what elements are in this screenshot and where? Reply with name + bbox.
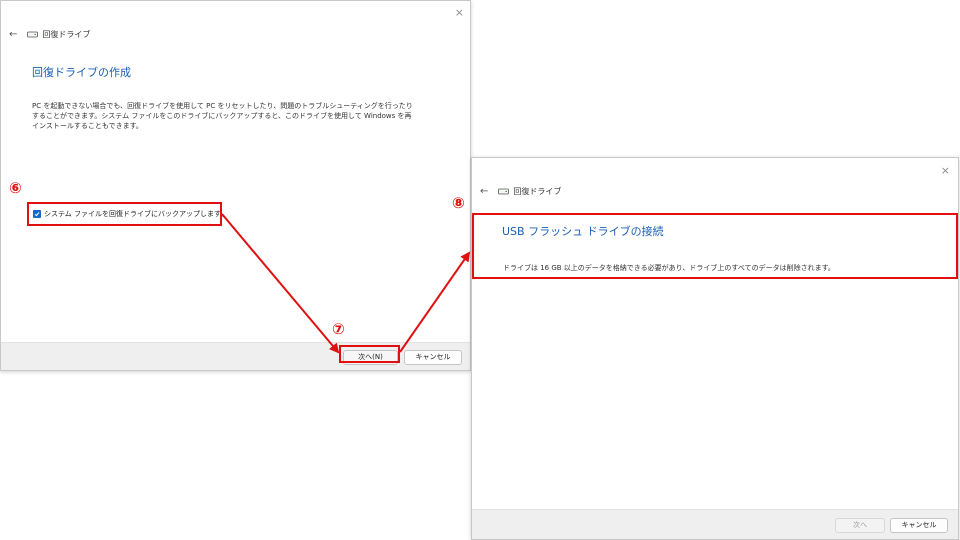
description-text: PC を起動できない場合でも、回復ドライブを使用して PC をリセットしたり、問… [32,102,413,130]
dialog-titlebar: ← 回復ドライブ [9,29,90,40]
drive-icon [498,188,510,195]
backup-system-files-checkbox[interactable] [33,210,41,218]
drive-icon [27,31,39,38]
cancel-button[interactable]: キャンセル [404,350,462,365]
checkmark-icon [34,212,40,217]
create-recovery-drive-dialog: × ← 回復ドライブ 回復ドライブの作成 PC を起動できない場合でも、回復ドラ… [0,0,471,371]
next-button-disabled: 次へ [835,518,885,533]
description-text: ドライブは 16 GB 以上のデータを格納できる必要があり、ドライブ上のすべての… [503,264,835,272]
step-marker-8: ⑧ [452,194,465,212]
dialog-footer: 次へ キャンセル [472,509,958,539]
app-title: 回復ドライブ [513,187,562,196]
dialog-titlebar: ← 回復ドライブ [480,186,561,197]
page-heading: 回復ドライブの作成 [32,66,131,79]
back-arrow-icon[interactable]: ← [9,29,17,40]
page-heading: USB フラッシュ ドライブの接続 [502,225,664,238]
back-arrow-icon[interactable]: ← [480,186,488,197]
step-marker-7: ⑦ [332,320,345,338]
connect-usb-drive-dialog: × ← 回復ドライブ USB フラッシュ ドライブの接続 ドライブは 16 GB… [471,157,959,540]
dialog-footer: 次へ(N) キャンセル [1,342,470,370]
app-title: 回復ドライブ [42,30,91,39]
step-marker-6: ⑥ [9,179,22,197]
close-icon[interactable]: × [941,165,950,176]
cancel-button[interactable]: キャンセル [890,518,948,533]
checkbox-label[interactable]: システム ファイルを回復ドライブにバックアップします。 [44,209,227,219]
backup-system-files-checkbox-row[interactable]: システム ファイルを回復ドライブにバックアップします。 [33,209,227,219]
next-button[interactable]: 次へ(N) [343,350,398,365]
close-icon[interactable]: × [455,7,464,18]
